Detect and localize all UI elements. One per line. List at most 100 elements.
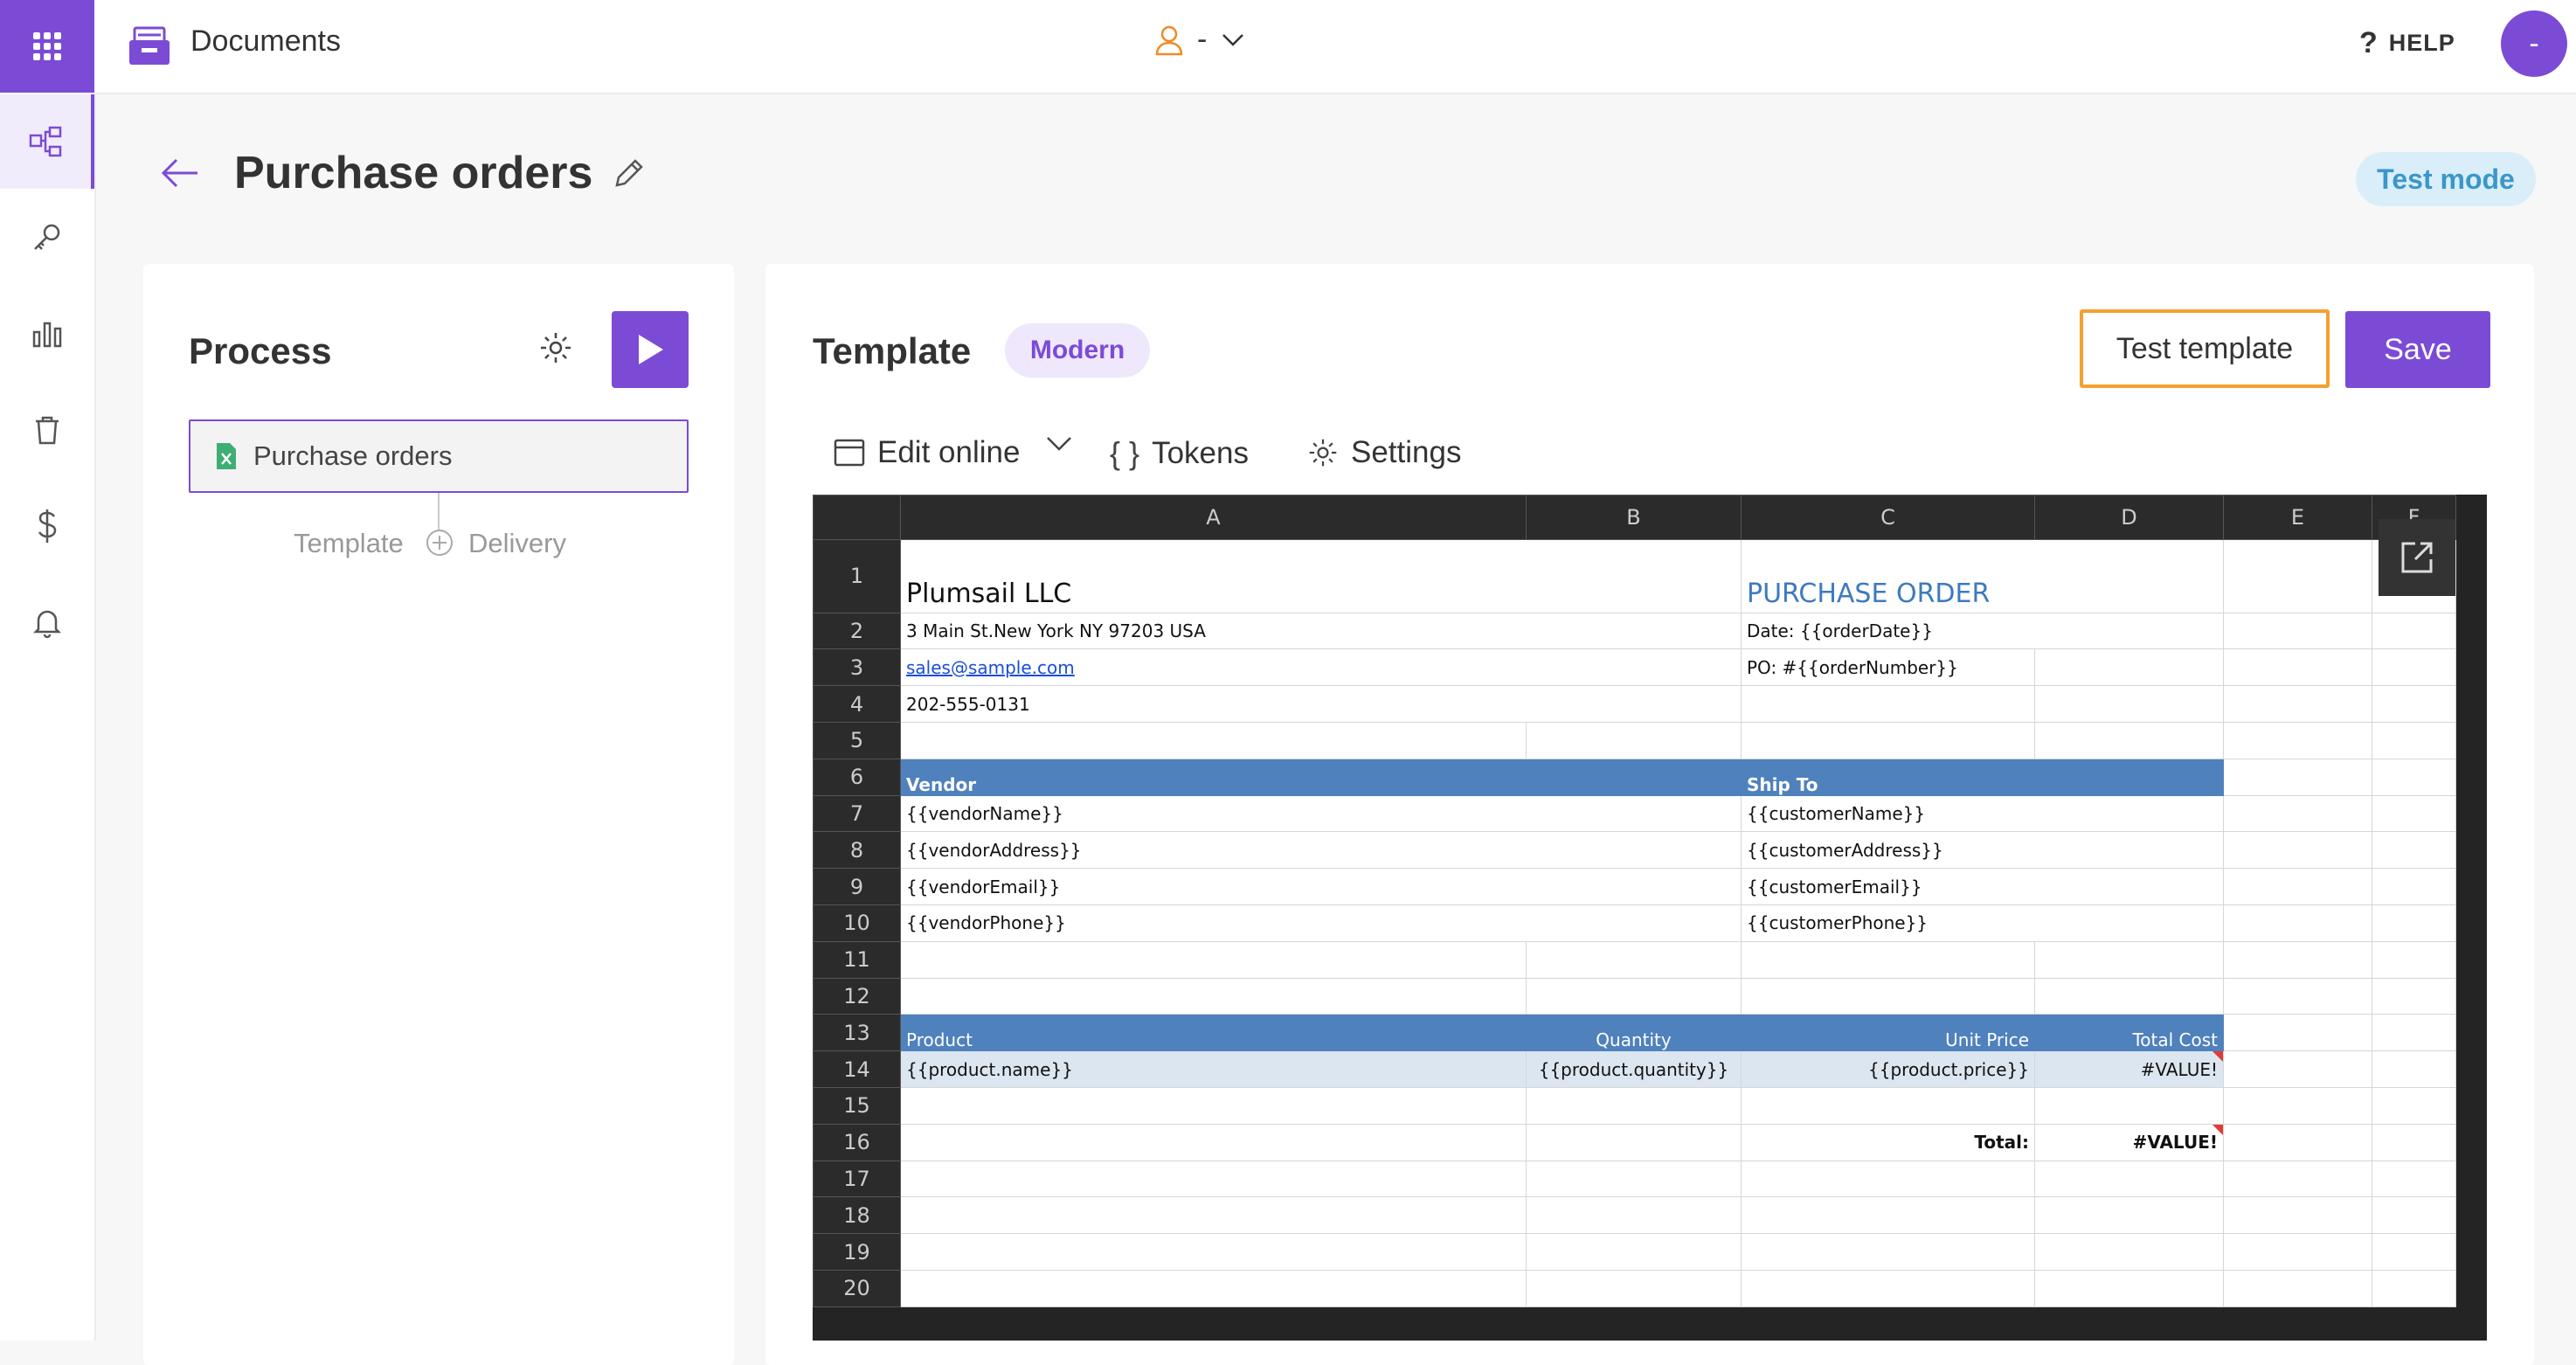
cell[interactable] [2372, 685, 2456, 723]
column-header[interactable]: D [2034, 495, 2224, 540]
address-cell[interactable]: 3 Main St.New York NY 97203 USA [900, 612, 1742, 650]
line-total-cell[interactable]: #VALUE! [2034, 1050, 2224, 1088]
cell[interactable] [900, 1233, 1527, 1271]
nav-trash[interactable] [0, 383, 94, 477]
cell[interactable] [2223, 1233, 2372, 1271]
cell[interactable] [2223, 648, 2372, 687]
row-header[interactable]: 11 [813, 940, 901, 979]
cell[interactable] [2372, 648, 2456, 687]
vendor-header-cell[interactable]: Vendor [900, 758, 1742, 796]
cell[interactable] [2372, 940, 2456, 979]
cell[interactable] [2372, 1050, 2456, 1088]
customer-email-cell[interactable]: {{customerEmail}} [1741, 868, 2224, 905]
cell[interactable] [2372, 831, 2456, 870]
po-cell[interactable]: PO: #{{orderNumber}} [1741, 648, 2035, 687]
gear-icon[interactable] [538, 330, 573, 370]
row-header[interactable]: 16 [813, 1123, 901, 1161]
doc-title-cell[interactable]: PURCHASE ORDER [1741, 539, 2224, 613]
cell[interactable] [2223, 1123, 2372, 1161]
nav-keys[interactable] [0, 191, 94, 285]
cell[interactable] [2223, 904, 2372, 942]
cell[interactable] [900, 722, 1527, 759]
row-header[interactable]: 3 [813, 648, 901, 687]
apps-grid-button[interactable] [0, 0, 94, 93]
cell[interactable] [2034, 1269, 2224, 1308]
open-external-button[interactable] [2379, 519, 2455, 596]
cell[interactable] [2372, 758, 2456, 796]
row-header[interactable]: 5 [813, 722, 901, 759]
save-button[interactable]: Save [2345, 311, 2490, 388]
test-template-button[interactable]: Test template [2080, 309, 2330, 388]
account-selector[interactable]: - [1155, 23, 1245, 57]
cell[interactable] [1526, 977, 1742, 1015]
customer-name-cell[interactable]: {{customerName}} [1741, 794, 2224, 833]
cell[interactable] [2372, 1014, 2456, 1052]
cell[interactable] [2372, 868, 2456, 905]
row-header[interactable]: 10 [813, 904, 901, 942]
cell[interactable] [2223, 794, 2372, 833]
nav-processes[interactable] [0, 94, 94, 189]
add-step-icon[interactable] [425, 528, 454, 562]
settings-button[interactable]: Settings [1307, 435, 1461, 470]
cell[interactable] [1741, 1086, 2035, 1125]
company-name-cell[interactable]: Plumsail LLC [900, 539, 1742, 613]
phone-cell[interactable]: 202-555-0131 [900, 685, 1742, 723]
column-header[interactable]: C [1741, 495, 2035, 540]
product-price-cell[interactable]: {{product.price}} [1741, 1050, 2035, 1088]
row-header[interactable]: 6 [813, 758, 901, 796]
cell[interactable] [1526, 722, 1742, 759]
column-header[interactable]: B [1526, 495, 1742, 540]
nav-notifications[interactable] [0, 575, 94, 669]
product-quantity-cell[interactable]: {{product.quantity}} [1526, 1050, 1742, 1088]
step-template[interactable]: Template [294, 528, 404, 559]
row-header[interactable]: 13 [813, 1014, 901, 1052]
row-header[interactable]: 20 [813, 1269, 901, 1308]
help-button[interactable]: ? HELP [2359, 26, 2455, 60]
cell[interactable] [2034, 977, 2224, 1015]
cell[interactable] [2223, 1086, 2372, 1125]
product-header-cell[interactable]: Product [900, 1014, 1527, 1052]
total-value-cell[interactable]: #VALUE! [2034, 1123, 2224, 1161]
cell[interactable] [2223, 1196, 2372, 1235]
cell[interactable] [900, 1160, 1527, 1198]
cell[interactable] [2372, 794, 2456, 833]
cell[interactable] [2223, 612, 2372, 650]
cell[interactable] [2034, 1160, 2224, 1198]
column-header[interactable]: A [900, 495, 1527, 540]
cell[interactable] [1741, 940, 2035, 979]
cell[interactable] [2372, 722, 2456, 759]
cell[interactable] [2223, 685, 2372, 723]
row-header[interactable]: 1 [813, 539, 901, 613]
cell[interactable] [2223, 1160, 2372, 1198]
row-header[interactable]: 14 [813, 1050, 901, 1088]
cell[interactable] [1741, 977, 2035, 1015]
cell[interactable] [2223, 722, 2372, 759]
step-delivery[interactable]: Delivery [468, 528, 566, 559]
cell[interactable] [2372, 1233, 2456, 1271]
date-cell[interactable]: Date: {{orderDate}} [1741, 612, 2224, 650]
column-header[interactable]: E [2223, 495, 2372, 540]
row-header[interactable]: 19 [813, 1233, 901, 1271]
vendor-phone-cell[interactable]: {{vendorPhone}} [900, 904, 1742, 942]
cell[interactable] [2034, 1196, 2224, 1235]
unit-price-header-cell[interactable]: Unit Price [1741, 1014, 2035, 1052]
flow-item-purchase-orders[interactable]: Purchase orders [189, 419, 689, 493]
cell[interactable] [2034, 1086, 2224, 1125]
row-header[interactable]: 7 [813, 794, 901, 833]
total-cost-header-cell[interactable]: Total Cost [2034, 1014, 2224, 1052]
cell[interactable] [2223, 868, 2372, 905]
row-header[interactable]: 2 [813, 612, 901, 650]
cell[interactable] [2223, 1050, 2372, 1088]
cell[interactable] [2034, 685, 2224, 723]
email-cell[interactable]: sales@sample.com [900, 648, 1742, 687]
cell[interactable] [1741, 722, 2035, 759]
avatar[interactable]: - [2501, 10, 2567, 77]
cell[interactable] [900, 977, 1527, 1015]
cell[interactable] [2034, 940, 2224, 979]
cell[interactable] [900, 1086, 1527, 1125]
vendor-address-cell[interactable]: {{vendorAddress}} [900, 831, 1742, 870]
cell[interactable] [1741, 1196, 2035, 1235]
total-label-cell[interactable]: Total: [1741, 1123, 2035, 1161]
cell[interactable] [2223, 977, 2372, 1015]
row-header[interactable]: 4 [813, 685, 901, 723]
